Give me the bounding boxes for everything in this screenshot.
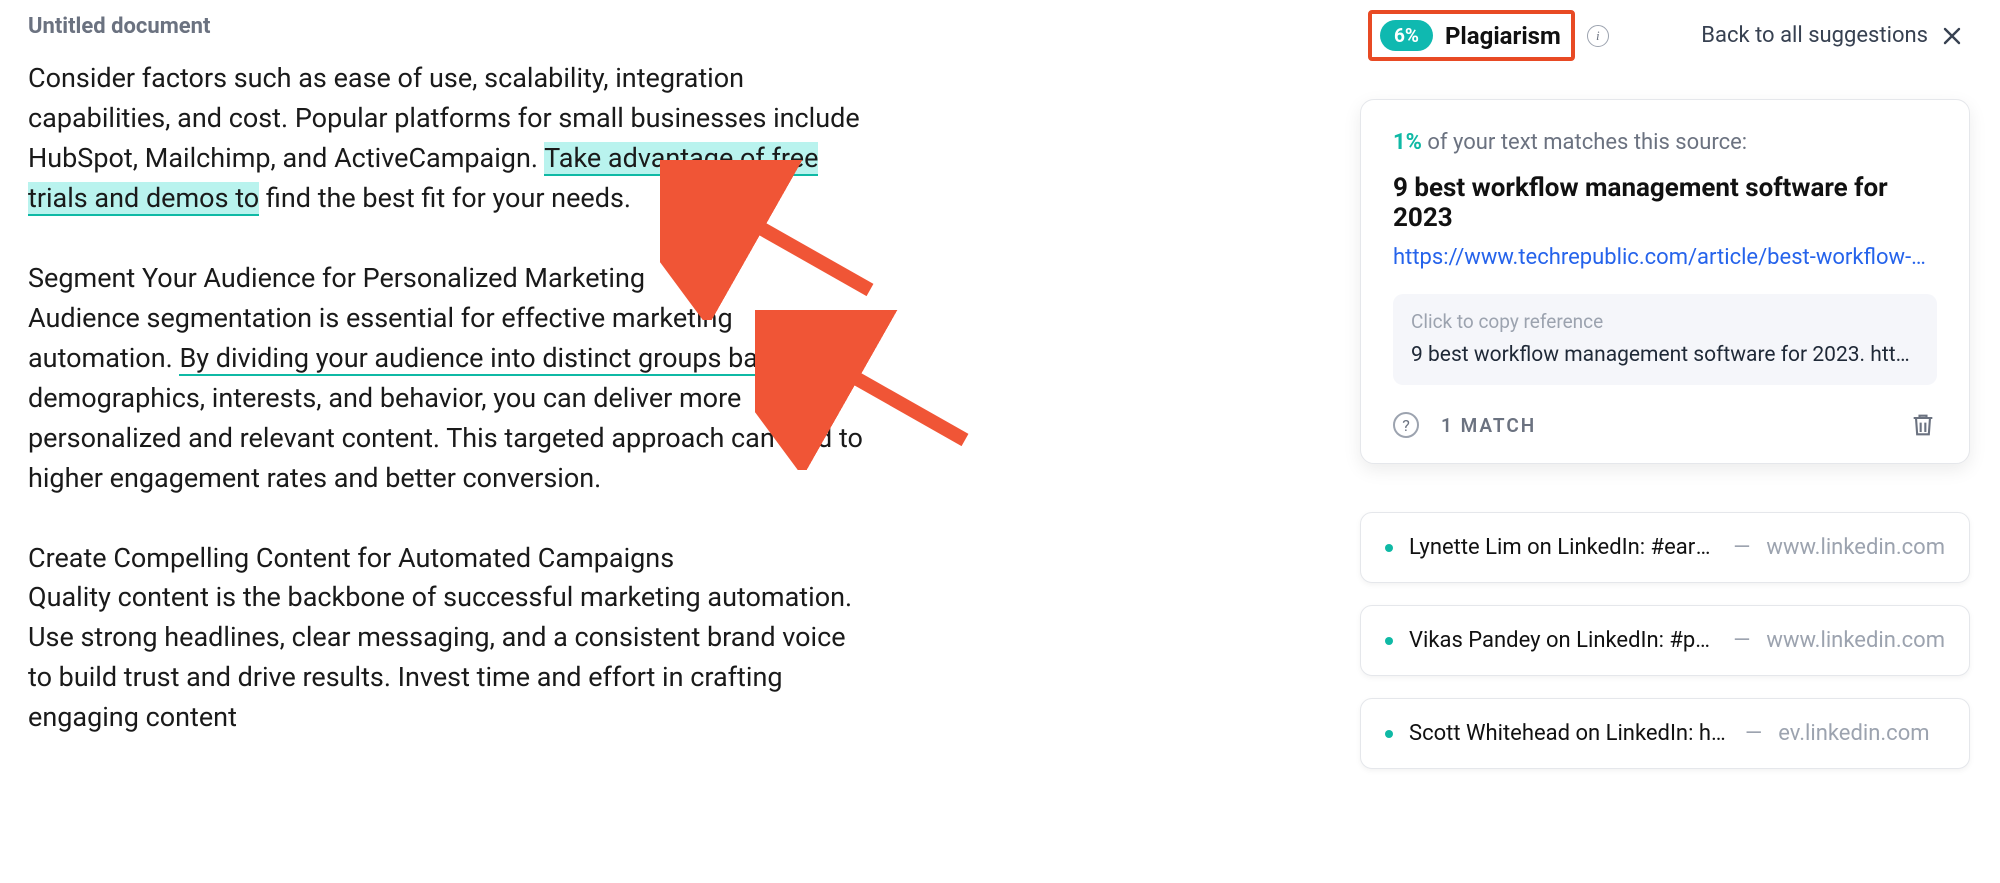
body-text: find the best fit for your needs.: [266, 182, 631, 214]
copy-reference-text: 9 best workflow management software for …: [1411, 343, 1919, 367]
plagiarism-underline[interactable]: By dividing your audience into distinct …: [179, 342, 838, 376]
dash: —: [1745, 721, 1762, 746]
match-card[interactable]: 1% of your text matches this source: 9 b…: [1360, 99, 1970, 464]
body-text: Quality content is the backbone of succe…: [28, 581, 852, 733]
paragraph[interactable]: Create Compelling Content for Automated …: [28, 539, 870, 739]
match-source-title: 9 best workflow management software for …: [1393, 173, 1937, 233]
bullet-icon: [1385, 637, 1393, 645]
copy-reference-box[interactable]: Click to copy reference 9 best workflow …: [1393, 294, 1937, 385]
match-count: 1 MATCH: [1441, 414, 1536, 437]
bullet-icon: [1385, 544, 1393, 552]
match-percent: 1%: [1393, 130, 1422, 155]
dash: —: [1733, 628, 1750, 653]
source-domain: ev.linkedin.com: [1778, 721, 1929, 746]
source-row[interactable]: Scott Whitehead on LinkedIn: https://… —…: [1360, 698, 1970, 769]
trash-icon[interactable]: [1909, 411, 1937, 439]
source-title: Vikas Pandey on LinkedIn: #produ…: [1409, 628, 1717, 653]
plagiarism-score-box[interactable]: 6% Plagiarism: [1368, 10, 1575, 61]
plagiarism-percent-badge: 6%: [1380, 20, 1433, 51]
bullet-icon: [1385, 730, 1393, 738]
source-row[interactable]: Lynette Lim on LinkedIn: #earthho… — www…: [1360, 512, 1970, 583]
section-heading: Segment Your Audience for Personalized M…: [28, 262, 645, 294]
back-to-suggestions-link[interactable]: Back to all suggestions: [1701, 23, 1928, 48]
dash: —: [1733, 535, 1750, 560]
source-title: Lynette Lim on LinkedIn: #earthho…: [1409, 535, 1717, 560]
plagiarism-panel: 6% Plagiarism i Back to all suggestions …: [1360, 0, 2000, 883]
editor-pane: Untitled document Consider factors such …: [0, 0, 1360, 883]
paragraph[interactable]: Consider factors such as ease of use, sc…: [28, 59, 870, 219]
copy-reference-hint: Click to copy reference: [1411, 310, 1919, 333]
close-icon[interactable]: [1942, 26, 1962, 46]
source-title: Scott Whitehead on LinkedIn: https://…: [1409, 721, 1729, 746]
section-heading: Create Compelling Content for Automated …: [28, 542, 674, 574]
source-row[interactable]: Vikas Pandey on LinkedIn: #produ… — www.…: [1360, 605, 1970, 676]
document-body[interactable]: Consider factors such as ease of use, sc…: [0, 59, 870, 738]
match-percent-line: 1% of your text matches this source:: [1393, 130, 1937, 155]
body-text: demographics, interests, and behavior, y…: [28, 382, 863, 494]
match-source-url[interactable]: https://www.techrepublic.com/article/bes…: [1393, 245, 1937, 270]
plagiarism-label: Plagiarism: [1445, 22, 1561, 50]
paragraph[interactable]: Segment Your Audience for Personalized M…: [28, 259, 870, 499]
help-icon[interactable]: ?: [1393, 412, 1419, 438]
info-icon[interactable]: i: [1587, 25, 1609, 47]
document-title[interactable]: Untitled document: [0, 0, 1330, 59]
source-domain: www.linkedin.com: [1766, 535, 1945, 560]
source-domain: www.linkedin.com: [1766, 628, 1945, 653]
